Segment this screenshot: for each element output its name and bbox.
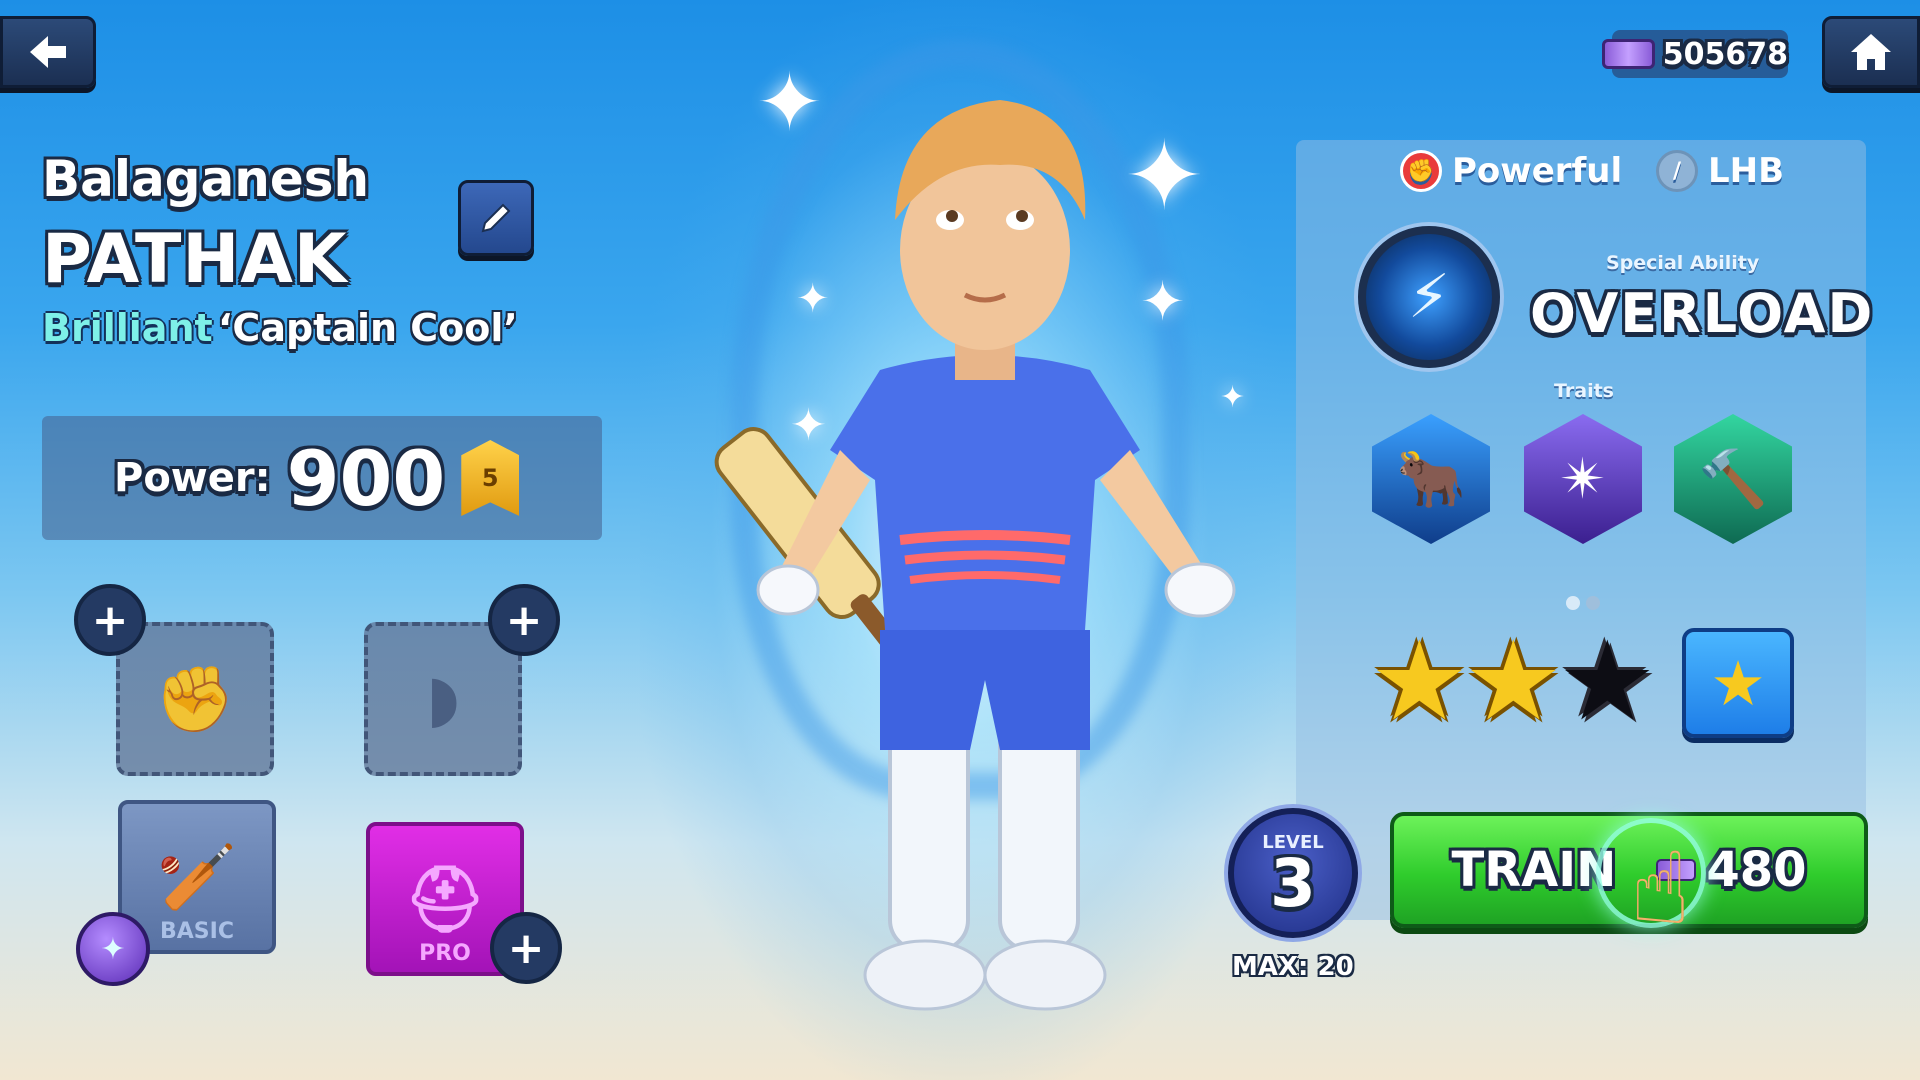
bat-boost-icon[interactable]: ✦	[76, 912, 150, 986]
special-ability-name: OVERLOAD	[1530, 282, 1875, 345]
page-dot	[1586, 596, 1600, 610]
player-tier: Brilliant	[42, 306, 213, 350]
helmet-tier-label: PRO	[419, 941, 471, 966]
power-value: 900	[286, 433, 446, 523]
handedness-tag: / LHB	[1656, 150, 1784, 192]
sparkle-icon: ✦	[1220, 380, 1246, 415]
star-filled-icon: ★	[1370, 617, 1469, 745]
train-label: TRAIN	[1451, 842, 1617, 898]
currency-value: 505678	[1662, 36, 1788, 72]
traits-caption: Traits	[1554, 380, 1614, 402]
train-cost-value: 480	[1706, 842, 1807, 898]
edit-name-button[interactable]	[458, 180, 534, 256]
power-panel: Power: 900 5	[42, 416, 602, 540]
level-max: MAX: 20	[1232, 952, 1354, 982]
add-glove-button[interactable]: +	[74, 584, 146, 656]
helmet-icon: ⛑	[404, 863, 486, 937]
special-ability-icon[interactable]: ⚡	[1358, 226, 1500, 368]
back-arrow-icon	[30, 36, 66, 68]
back-button[interactable]	[0, 16, 96, 88]
tap-hand-icon: ☝	[1630, 830, 1691, 947]
pencil-icon	[481, 203, 511, 233]
batting-style-label: Powerful	[1452, 151, 1623, 191]
glove-icon: ✊	[155, 662, 235, 737]
rank-badge: 5	[461, 440, 520, 516]
add-helmet-button[interactable]: +	[490, 912, 562, 984]
sparkle-icon: ✦	[1140, 270, 1186, 333]
star-filled-icon: ★	[1464, 617, 1563, 745]
player-nickname: ‘Captain Cool’	[218, 306, 518, 350]
batting-style-tag: ✊ Powerful	[1400, 150, 1622, 192]
star-empty-icon: ★	[1558, 617, 1657, 745]
home-button[interactable]	[1822, 16, 1920, 88]
bat-icon: /	[1656, 150, 1698, 192]
sparkle-icon: ✦	[1124, 120, 1205, 232]
rank-value: 5	[481, 464, 499, 492]
currency-display: 505678	[1602, 30, 1788, 78]
sparkle-icon: ✦	[796, 276, 830, 322]
star-upgrade-icon: ★	[1710, 646, 1766, 720]
handedness-label: LHB	[1708, 151, 1785, 191]
traits-page-dots	[1566, 596, 1600, 610]
player-first-name: Balaganesh	[42, 150, 370, 208]
sparkle-icon: ✦	[756, 56, 824, 149]
page-dot	[1566, 596, 1580, 610]
sparkle-icon: ✦	[790, 400, 827, 451]
add-pad-button[interactable]: +	[488, 584, 560, 656]
star-upgrade-button[interactable]: ★	[1682, 628, 1794, 738]
bat-tier-label: BASIC	[160, 919, 234, 944]
power-label: Power:	[114, 455, 271, 501]
special-ability-caption: Special Ability	[1606, 252, 1760, 274]
ticket-currency-icon	[1602, 39, 1655, 69]
home-icon	[1851, 34, 1891, 70]
level-badge: LEVEL 3	[1228, 808, 1358, 938]
pad-icon: ◗	[426, 662, 460, 736]
player-last-name: PATHAK	[42, 220, 348, 299]
fist-icon: ✊	[1400, 150, 1442, 192]
bat-icon: 🏏	[157, 841, 237, 915]
glove-slot[interactable]: ✊	[116, 622, 274, 776]
level-value: 3	[1270, 844, 1316, 922]
